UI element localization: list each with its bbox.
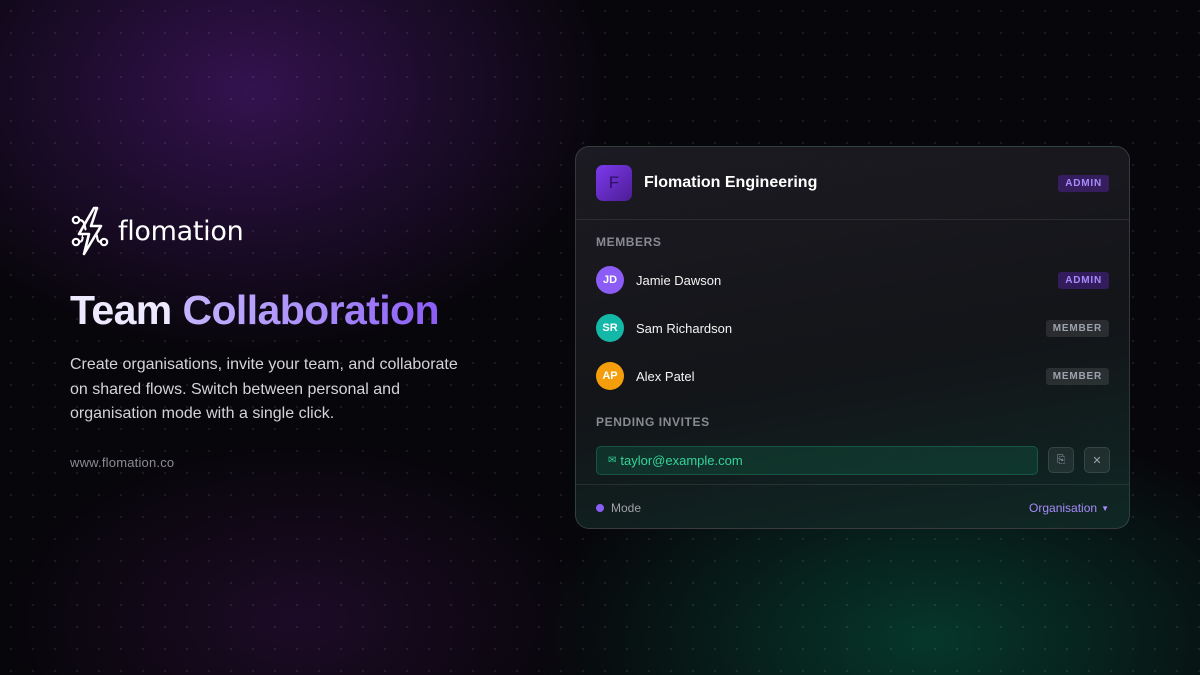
mode-select[interactable]: Organisation ▼: [1029, 501, 1109, 515]
avatar: JD: [596, 266, 624, 294]
pending-invites-section-label: PENDING INVITES: [596, 415, 710, 429]
invite-email-field[interactable]: ✉ taylor@example.com: [596, 446, 1038, 475]
lightning-flow-icon: [71, 206, 109, 256]
avatar: AP: [596, 362, 624, 390]
close-icon: ✕: [1092, 454, 1102, 467]
page-title: Team Collaboration: [70, 287, 439, 334]
card-footer: Mode Organisation ▼: [576, 484, 1129, 528]
card-header: F Flomation Engineering ADMIN: [576, 147, 1129, 220]
members-section-label: MEMBERS: [596, 235, 662, 249]
member-row[interactable]: SR Sam Richardson MEMBER: [576, 308, 1129, 348]
organisation-card: F Flomation Engineering ADMIN MEMBERS JD…: [575, 146, 1130, 529]
mode-indicator-dot: [596, 504, 604, 512]
org-avatar: F: [596, 165, 632, 201]
remove-invite-button[interactable]: ✕: [1084, 447, 1110, 473]
mode-value: Organisation: [1029, 501, 1098, 515]
page-title-word-2: Collaboration: [182, 287, 439, 333]
org-role-badge: ADMIN: [1058, 175, 1109, 192]
envelope-icon: ✉: [608, 455, 617, 466]
member-row[interactable]: JD Jamie Dawson ADMIN: [576, 260, 1129, 300]
copy-icon: ⎘: [1056, 453, 1066, 466]
website-link[interactable]: www.flomation.co: [70, 455, 174, 470]
org-name: Flomation Engineering: [644, 174, 818, 191]
member-role-badge: MEMBER: [1045, 320, 1109, 337]
avatar: SR: [596, 314, 624, 342]
mode-label: Mode: [611, 501, 642, 515]
copy-invite-button[interactable]: ⎘: [1048, 447, 1074, 473]
chevron-down-icon: ▼: [1101, 503, 1109, 513]
invite-email: taylor@example.com: [620, 453, 743, 468]
member-name: Alex Patel: [636, 369, 695, 384]
description: Create organisations, invite your team, …: [70, 356, 458, 422]
brand: flomation: [70, 206, 244, 256]
member-name: Sam Richardson: [636, 321, 733, 336]
brand-name: flomation: [118, 215, 244, 247]
member-row[interactable]: AP Alex Patel MEMBER: [576, 356, 1129, 396]
page-title-word-1: Team: [70, 287, 172, 333]
member-role-badge: MEMBER: [1045, 368, 1109, 385]
member-role-badge: ADMIN: [1058, 272, 1109, 289]
member-name: Jamie Dawson: [636, 273, 722, 288]
